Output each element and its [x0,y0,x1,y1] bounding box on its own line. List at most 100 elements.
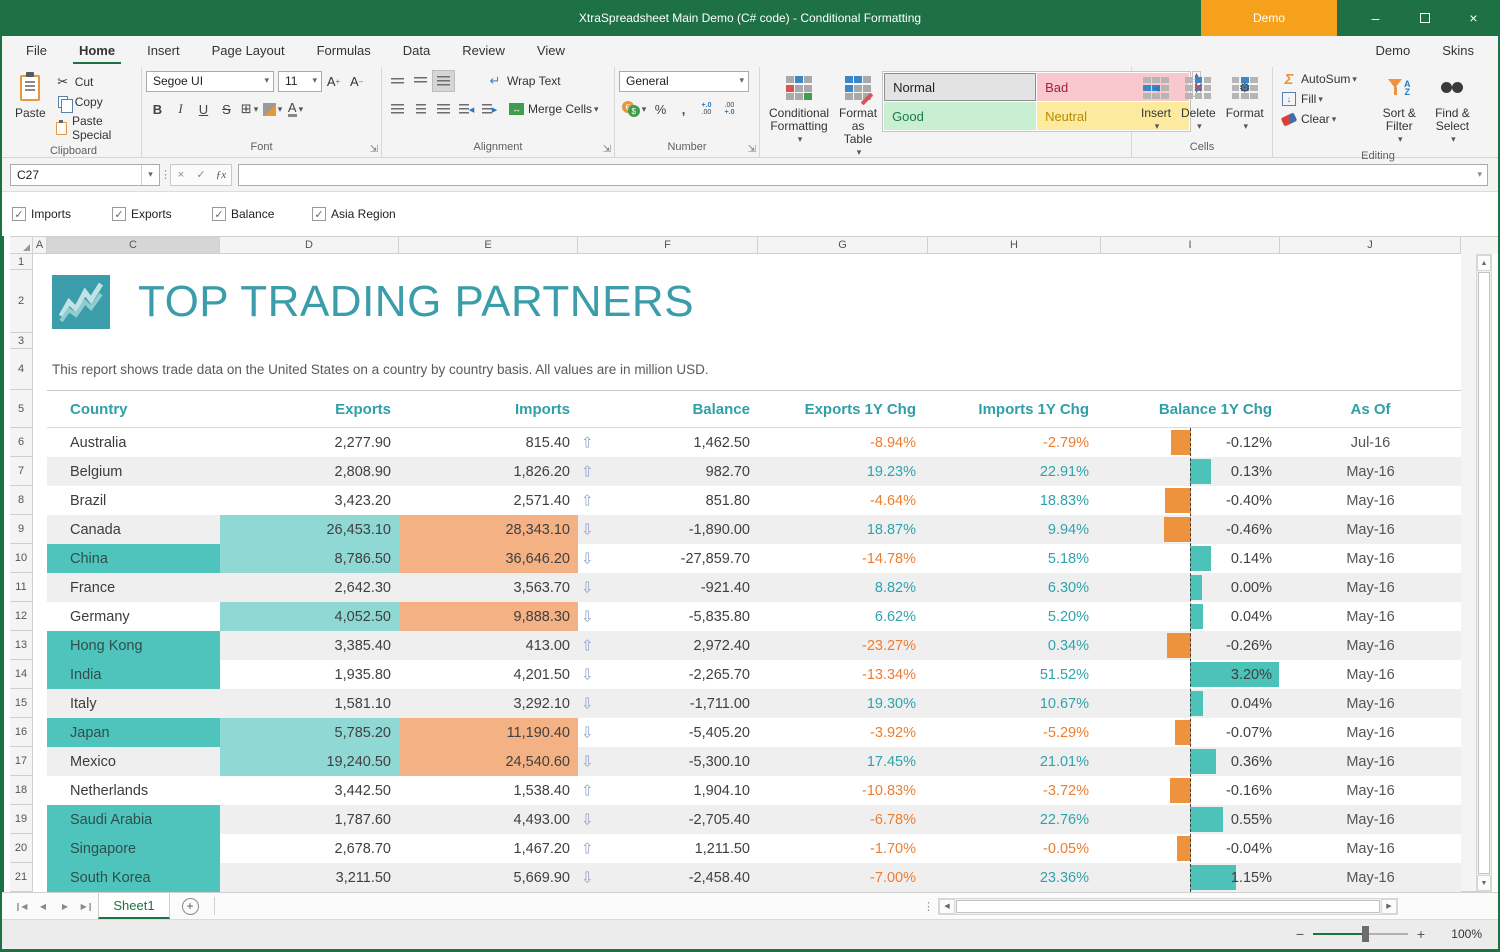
cell-exports[interactable]: 26,453.10 [220,515,399,544]
cell-balance[interactable]: ⇧1,462.50 [578,428,758,457]
row-header-19[interactable]: 19 [10,805,33,834]
column-header-h[interactable]: H [928,237,1101,254]
cell-exports[interactable]: 3,385.40 [220,631,399,660]
align-center-button[interactable] [409,98,432,120]
column-header-f[interactable]: F [578,237,758,254]
wrap-text-button[interactable]: ↵Wrap Text [483,71,565,91]
cell-as-of[interactable]: May-16 [1280,602,1461,631]
demo-ribbon-badge[interactable]: Demo [1201,0,1337,36]
insert-function-icon[interactable]: ƒx [211,169,231,181]
cell-exports-chg[interactable]: 6.62% [758,602,928,631]
cell-as-of[interactable]: May-16 [1280,776,1461,805]
cell-imports-chg[interactable]: 5.18% [928,544,1101,573]
cell-balance[interactable]: ⇩-2,705.40 [578,805,758,834]
row-header-9[interactable]: 9 [10,515,33,544]
select-all-corner[interactable] [10,237,33,254]
cell-imports-chg[interactable]: 6.30% [928,573,1101,602]
align-right-button[interactable] [432,98,455,120]
header-imports-chg[interactable]: Imports 1Y Chg [928,401,1101,418]
merge-cells-button[interactable]: ↔Merge Cells [505,100,603,118]
row-header-4[interactable]: 4 [10,349,33,390]
paste-button[interactable]: Paste [10,69,51,123]
cell-balance[interactable]: ⇩-5,835.80 [578,602,758,631]
cell-exports[interactable]: 2,642.30 [220,573,399,602]
cell-exports-chg[interactable]: -13.34% [758,660,928,689]
menu-tab[interactable]: Review [446,36,521,64]
cell-style-item[interactable]: Normal [884,73,1036,101]
font-family-combo[interactable]: Segoe UI [146,71,274,92]
close-button[interactable]: × [1449,0,1498,36]
sheet-row-1[interactable] [47,254,1461,270]
horizontal-scroll-thumb[interactable] [956,900,1380,913]
cell-country[interactable]: China [47,544,220,573]
cell-imports-chg[interactable]: 10.67% [928,689,1101,718]
cell-exports[interactable]: 3,442.50 [220,776,399,805]
cell-balance[interactable]: ⇧1,904.10 [578,776,758,805]
row-header-8[interactable]: 8 [10,486,33,515]
cell-imports[interactable]: 28,343.10 [399,515,578,544]
align-middle-button[interactable] [409,70,432,92]
row-header-18[interactable]: 18 [10,776,33,805]
cell-exports[interactable]: 1,787.60 [220,805,399,834]
comma-style-button[interactable]: , [672,98,695,120]
cell-as-of[interactable]: May-16 [1280,805,1461,834]
cell-exports-chg[interactable]: 19.30% [758,689,928,718]
cell-imports[interactable]: 4,493.00 [399,805,578,834]
cell-as-of[interactable]: May-16 [1280,573,1461,602]
cell-exports-chg[interactable]: -14.78% [758,544,928,573]
row-header-15[interactable]: 15 [10,689,33,718]
cell-exports-chg[interactable]: -6.78% [758,805,928,834]
cell-country[interactable]: Brazil [47,486,220,515]
menu-tab[interactable]: Data [387,36,446,64]
cell-exports[interactable]: 2,678.70 [220,834,399,863]
sheet-row-4[interactable]: This report shows trade data on the Unit… [47,349,1461,390]
cell-imports-chg[interactable]: -2.79% [928,428,1101,457]
header-imports[interactable]: Imports [399,401,578,418]
sort-filter-button[interactable]: AZ Sort & Filter [1373,69,1426,149]
cell-imports[interactable]: 24,540.60 [399,747,578,776]
last-sheet-icon[interactable]: ▶❙ [76,902,98,911]
cell-imports[interactable]: 1,467.20 [399,834,578,863]
scroll-left-icon[interactable]: ◀ [939,899,955,914]
cell-imports-chg[interactable]: 18.83% [928,486,1101,515]
scroll-down-icon[interactable]: ▼ [1477,875,1491,891]
cell-balance[interactable]: ⇩-1,890.00 [578,515,758,544]
cell-as-of[interactable]: May-16 [1280,544,1461,573]
cell-country[interactable]: Canada [47,515,220,544]
cell-imports-chg[interactable]: -0.05% [928,834,1101,863]
number-dialog-launcher[interactable]: ⇲ [748,144,756,155]
cell-balance[interactable]: ⇧982.70 [578,457,758,486]
cell-exports-chg[interactable]: 8.82% [758,573,928,602]
conditional-formatting-button[interactable]: Conditional Formatting [764,69,834,149]
cell-imports-chg[interactable]: 51.52% [928,660,1101,689]
cell-exports[interactable]: 8,786.50 [220,544,399,573]
grow-font-button[interactable]: A+ [322,70,345,92]
cell-imports-chg[interactable]: -3.72% [928,776,1101,805]
number-format-combo[interactable]: General [619,71,749,92]
cell-imports[interactable]: 4,201.50 [399,660,578,689]
cell-as-of[interactable]: Jul-16 [1280,428,1461,457]
fill-button[interactable]: ↓Fill [1277,89,1373,109]
format-as-table-button[interactable]: Format as Table [834,69,882,162]
font-color-button[interactable]: A [284,98,307,120]
decrease-indent-button[interactable]: ◂ [455,98,478,120]
zoom-slider[interactable] [1313,926,1408,942]
shrink-font-button[interactable]: A– [345,70,368,92]
menu-tab[interactable]: View [521,36,581,64]
cell-exports-chg[interactable]: -10.83% [758,776,928,805]
header-country[interactable]: Country [47,401,220,418]
cell-country[interactable]: Mexico [47,747,220,776]
column-header-i[interactable]: I [1101,237,1280,254]
header-exports[interactable]: Exports [220,401,399,418]
row-header-12[interactable]: 12 [10,602,33,631]
align-left-button[interactable] [386,98,409,120]
cell-balance[interactable]: ⇩-2,458.40 [578,863,758,892]
font-size-combo[interactable]: 11 [278,71,322,92]
zoom-in-icon[interactable]: + [1412,926,1430,942]
cell-imports[interactable]: 815.40 [399,428,578,457]
cell-exports-chg[interactable]: 19.23% [758,457,928,486]
strikethrough-button[interactable]: S [215,98,238,120]
cell-exports[interactable]: 2,277.90 [220,428,399,457]
cell-balance[interactable]: ⇧851.80 [578,486,758,515]
next-sheet-icon[interactable]: ▶ [54,902,76,911]
